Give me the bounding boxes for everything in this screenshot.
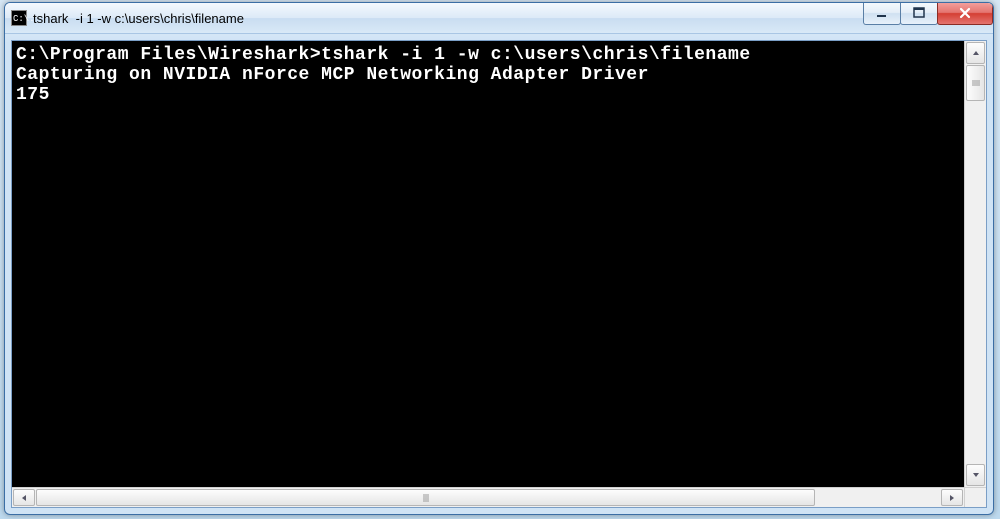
chevron-up-icon xyxy=(972,50,980,56)
window-caption-buttons xyxy=(864,2,993,24)
terminal-line: C:\Program Files\Wireshark>tshark -i 1 -… xyxy=(16,45,751,65)
scroll-down-button[interactable] xyxy=(966,464,985,486)
maximize-icon xyxy=(913,7,925,19)
chevron-down-icon xyxy=(972,472,980,478)
chevron-left-icon xyxy=(21,494,27,502)
chevron-right-icon xyxy=(949,494,955,502)
vertical-scrollbar-track[interactable] xyxy=(965,65,986,463)
terminal-output[interactable]: C:\Program Files\Wireshark>tshark -i 1 -… xyxy=(12,41,964,487)
cmd-prompt-icon: C:\. xyxy=(11,10,27,26)
close-icon xyxy=(958,6,972,20)
scroll-right-button[interactable] xyxy=(941,489,963,506)
client-area: C:\Program Files\Wireshark>tshark -i 1 -… xyxy=(11,40,987,508)
vertical-scrollbar[interactable] xyxy=(964,41,986,487)
scroll-left-button[interactable] xyxy=(13,489,35,506)
horizontal-scrollbar[interactable] xyxy=(12,487,964,507)
minimize-button[interactable] xyxy=(863,2,901,25)
horizontal-scrollbar-thumb[interactable] xyxy=(36,489,815,506)
terminal-line: 175 xyxy=(16,85,50,105)
terminal-line: Capturing on NVIDIA nForce MCP Networkin… xyxy=(16,65,649,85)
scroll-up-button[interactable] xyxy=(966,42,985,64)
close-button[interactable] xyxy=(937,2,993,25)
window-title: tshark -i 1 -w c:\users\chris\filename xyxy=(33,11,244,26)
horizontal-scrollbar-track[interactable] xyxy=(36,488,940,507)
maximize-button[interactable] xyxy=(900,2,938,25)
titlebar[interactable]: C:\. tshark -i 1 -w c:\users\chris\filen… xyxy=(5,3,993,34)
minimize-icon xyxy=(876,7,888,19)
vertical-scrollbar-thumb[interactable] xyxy=(966,65,985,101)
cmd-window: C:\. tshark -i 1 -w c:\users\chris\filen… xyxy=(4,2,994,515)
scrollbar-corner xyxy=(964,487,986,507)
